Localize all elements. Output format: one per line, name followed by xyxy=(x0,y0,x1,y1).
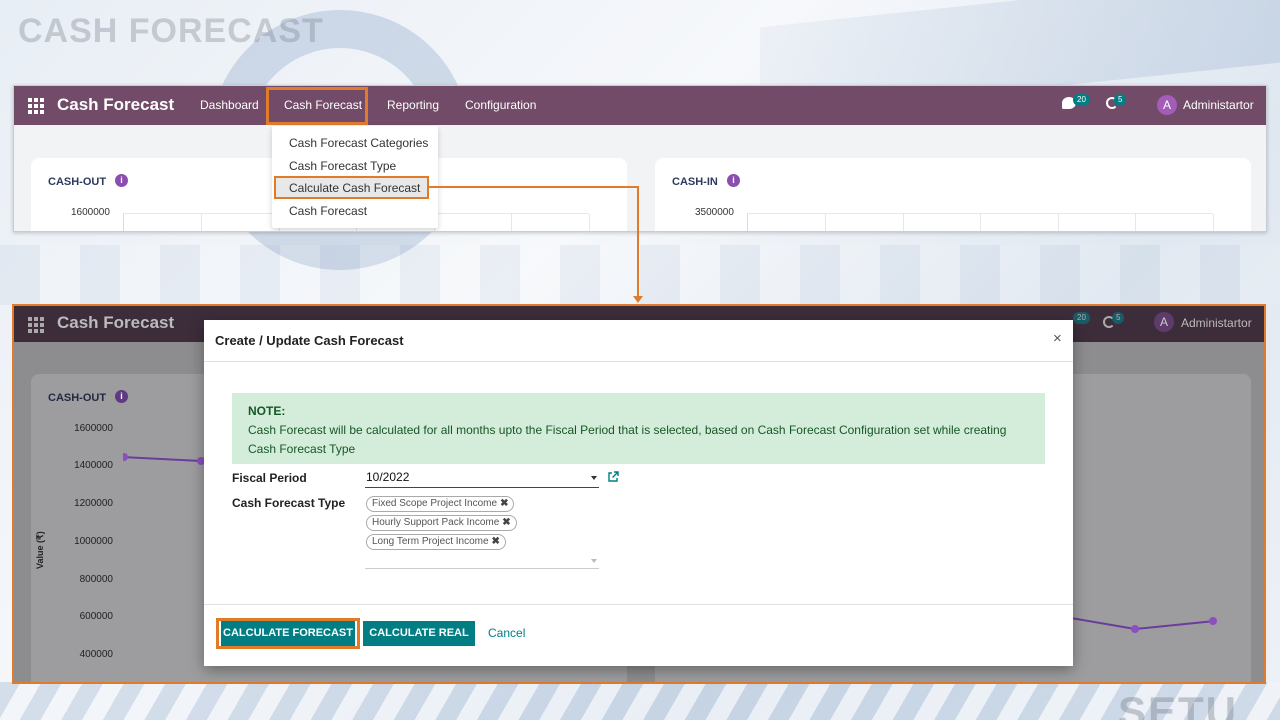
tag-label: Long Term Project Income xyxy=(372,536,489,547)
y-tick: 1400000 xyxy=(74,460,113,471)
y-axis-label: Value (₹) xyxy=(35,531,45,569)
forecast-type-input[interactable] xyxy=(365,552,599,569)
dialog-header-divider xyxy=(204,361,1073,362)
user-menu[interactable]: Administartor xyxy=(1183,98,1254,112)
cash-out-title: CASH-OUT xyxy=(48,392,107,404)
cancel-button[interactable]: Cancel xyxy=(488,626,525,640)
tag-remove-icon[interactable]: ✖ xyxy=(500,498,508,509)
y-tick: 600000 xyxy=(79,611,113,622)
fiscal-period-label: Fiscal Period xyxy=(232,471,307,485)
cash-out-y-top: 1600000 xyxy=(71,207,110,218)
menu-item-calculate[interactable]: Calculate Cash Forecast xyxy=(289,181,420,195)
note-alert: NOTE: Cash Forecast will be calculated f… xyxy=(232,393,1045,464)
info-icon[interactable]: i xyxy=(115,174,128,187)
fiscal-period-value: 10/2022 xyxy=(366,470,410,484)
y-tick: 1200000 xyxy=(74,498,113,509)
nav-brand[interactable]: Cash Forecast xyxy=(57,95,174,115)
cash-out-title: CASH-OUT xyxy=(48,176,107,188)
tag-label: Fixed Scope Project Income xyxy=(372,498,498,509)
watermark-logo: SETU xyxy=(1118,688,1239,720)
menu-item-type[interactable]: Cash Forecast Type xyxy=(289,159,396,173)
background-bottom-decoration xyxy=(0,682,1280,720)
cash-in-line-fragment xyxy=(1065,616,1217,633)
activity-badge: 5 xyxy=(1112,312,1125,324)
top-screenshot-panel: Cash Forecast Dashboard Cash Forecast Re… xyxy=(13,85,1267,232)
apps-grid-icon xyxy=(28,317,44,333)
cash-in-chart-grid xyxy=(747,213,1214,231)
menu-item-cash-forecast[interactable]: Cash Forecast xyxy=(289,204,367,218)
dialog-footer-divider xyxy=(204,604,1073,605)
forecast-type-tag: Fixed Scope Project Income ✖ xyxy=(366,496,515,512)
close-icon[interactable]: × xyxy=(1053,330,1062,347)
nav-link-dashboard[interactable]: Dashboard xyxy=(200,98,259,112)
y-tick: 800000 xyxy=(79,574,113,585)
nav-brand-dimmed: Cash Forecast xyxy=(57,313,175,332)
connector-line xyxy=(427,186,639,188)
y-tick: 400000 xyxy=(79,649,113,660)
avatar: A xyxy=(1154,312,1174,332)
calculate-forecast-button[interactable]: CALCULATE FORECAST xyxy=(221,621,355,646)
cash-in-title: CASH-IN xyxy=(672,176,718,188)
cash-in-y-top: 3500000 xyxy=(695,207,734,218)
avatar[interactable]: A xyxy=(1157,95,1177,115)
y-tick: 1600000 xyxy=(74,423,113,434)
highlight-box-nav xyxy=(266,87,368,125)
navbar: Cash Forecast Dashboard Cash Forecast Re… xyxy=(14,86,1266,125)
dialog-title: Create / Update Cash Forecast xyxy=(215,333,404,348)
chevron-down-icon xyxy=(591,559,597,563)
calculate-real-button[interactable]: CALCULATE REAL xyxy=(363,621,475,646)
note-heading: NOTE: xyxy=(248,404,286,418)
menu-item-categories[interactable]: Cash Forecast Categories xyxy=(289,136,428,150)
connector-arrow-icon xyxy=(633,296,643,303)
forecast-type-tag: Long Term Project Income ✖ xyxy=(366,534,506,550)
cash-forecast-dropdown-menu: Cash Forecast Categories Cash Forecast T… xyxy=(272,126,438,228)
forecast-type-label: Cash Forecast Type xyxy=(232,496,346,510)
nav-link-reporting[interactable]: Reporting xyxy=(387,98,439,112)
nav-link-configuration[interactable]: Configuration xyxy=(465,98,536,112)
messages-badge: 20 xyxy=(1073,94,1090,106)
info-icon[interactable]: i xyxy=(727,174,740,187)
connector-line xyxy=(637,186,639,298)
note-text: Cash Forecast will be calculated for all… xyxy=(248,423,1007,456)
tag-label: Hourly Support Pack Income xyxy=(372,517,500,528)
messages-badge: 20 xyxy=(1073,312,1090,324)
create-update-forecast-dialog: Create / Update Cash Forecast × NOTE: Ca… xyxy=(204,320,1073,666)
y-tick: 1000000 xyxy=(74,536,113,547)
info-icon: i xyxy=(115,390,128,403)
activity-badge: 5 xyxy=(1114,94,1127,106)
slide-title: CASH FORECAST xyxy=(18,12,324,50)
cash-in-card: CASH-IN i 3500000 xyxy=(655,158,1251,231)
apps-grid-icon[interactable] xyxy=(28,98,44,114)
user-menu-dimmed: Administartor xyxy=(1181,316,1252,330)
forecast-type-tag: Hourly Support Pack Income ✖ xyxy=(366,515,517,531)
external-link-icon[interactable] xyxy=(607,471,619,486)
tag-remove-icon[interactable]: ✖ xyxy=(492,536,500,547)
tag-remove-icon[interactable]: ✖ xyxy=(502,517,510,528)
fiscal-period-select[interactable]: 10/2022 xyxy=(365,470,599,488)
chevron-down-icon xyxy=(591,476,597,480)
